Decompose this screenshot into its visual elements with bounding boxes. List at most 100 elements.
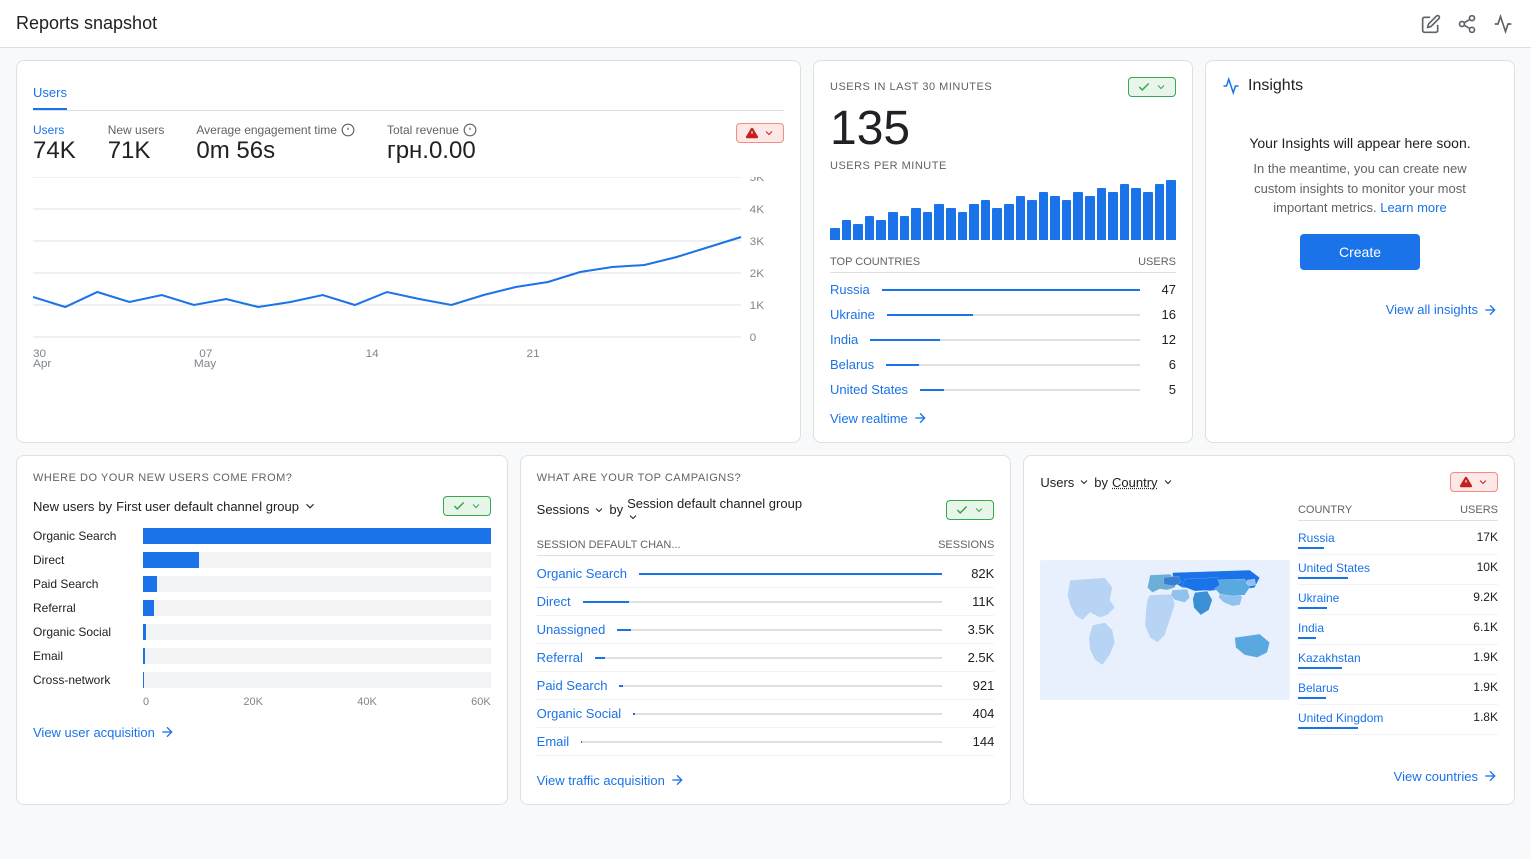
session-bar-container	[639, 573, 942, 575]
country-row: Russia 47	[830, 277, 1176, 302]
view-realtime-link[interactable]: View realtime	[830, 410, 1176, 426]
campaigns-card: WHAT ARE YOUR TOP CAMPAIGNS? Sessions by…	[520, 455, 1012, 805]
session-value: 11K	[954, 594, 994, 609]
arrow-right-icon-insights	[1482, 302, 1498, 318]
geo-country-name[interactable]: India	[1298, 621, 1324, 635]
selector-label: New users	[33, 499, 94, 514]
geo-country-underline	[1298, 727, 1358, 729]
main-content: Users Users 74K New users 71K Average en…	[0, 48, 1531, 817]
metric-engagement-value: 0m 56s	[196, 137, 355, 165]
session-channel[interactable]: Paid Search	[537, 678, 608, 693]
country-bar	[882, 289, 1140, 291]
geo-country-underline	[1298, 697, 1326, 699]
country-name[interactable]: Russia	[830, 282, 870, 297]
chevron-down-icon-acq2	[470, 500, 482, 512]
geo-country-name[interactable]: Ukraine	[1298, 591, 1339, 605]
mini-bar-item	[1120, 184, 1130, 240]
country-row: Ukraine 16	[830, 302, 1176, 327]
geo-country-name[interactable]: United Kingdom	[1298, 711, 1383, 725]
hbar-track	[143, 552, 491, 568]
view-traffic-link[interactable]: View traffic acquisition	[537, 772, 995, 788]
geo-country-value: 1.9K	[1473, 680, 1498, 699]
view-countries-link[interactable]: View countries	[1040, 768, 1498, 784]
hbar-row: Organic Search	[33, 528, 491, 544]
chevron-down-icon-camp3	[973, 504, 985, 516]
view-acquisition-link[interactable]: View user acquisition	[33, 724, 491, 740]
session-bar	[617, 629, 631, 631]
info-icon-engagement	[341, 123, 355, 137]
country-bar-container	[887, 314, 1140, 316]
realtime-label: USERS IN LAST 30 MINUTES	[830, 81, 992, 93]
session-value: 2.5K	[954, 650, 994, 665]
hbar-row: Direct	[33, 552, 491, 568]
session-channel[interactable]: Direct	[537, 594, 571, 609]
country-name[interactable]: India	[830, 332, 858, 347]
create-button[interactable]: Create	[1300, 234, 1420, 270]
geo-country-name[interactable]: United States	[1298, 561, 1370, 575]
geo-country-value: 1.9K	[1473, 650, 1498, 669]
svg-text:May: May	[194, 358, 217, 370]
learn-more-link[interactable]: Learn more	[1380, 200, 1446, 215]
sessions-selector[interactable]: Sessions by Session default channel grou…	[537, 496, 802, 523]
session-channel[interactable]: Unassigned	[537, 622, 606, 637]
session-bar	[639, 573, 942, 575]
campaigns-header: Sessions by Session default channel grou…	[537, 496, 995, 523]
hbar-axis: 0 20K 40K 60K	[33, 696, 491, 708]
edit-icon[interactable]	[1419, 12, 1443, 36]
world-map	[1040, 500, 1290, 760]
geo-country-value: 6.1K	[1473, 620, 1498, 639]
session-row: Organic Social 404	[537, 700, 995, 728]
mini-bar-item	[888, 212, 898, 240]
view-all-insights-link[interactable]: View all insights	[1222, 302, 1498, 318]
svg-text:4K: 4K	[750, 204, 765, 216]
hbar-fill	[143, 672, 144, 688]
metric-engagement-label: Average engagement time	[196, 123, 337, 137]
session-channel[interactable]: Organic Social	[537, 706, 622, 721]
geo-alert-badge[interactable]	[1450, 472, 1498, 492]
geo-country-name[interactable]: Kazakhstan	[1298, 651, 1361, 665]
check-icon-acq	[452, 499, 466, 513]
hbar-selector[interactable]: New users by First user default channel …	[33, 499, 317, 514]
svg-text:Apr: Apr	[33, 358, 52, 370]
country-name[interactable]: United States	[830, 382, 908, 397]
geo-country-value: 9.2K	[1473, 590, 1498, 609]
metric-revenue: Total revenue грн.0.00	[387, 123, 477, 165]
acq-check-badge[interactable]	[443, 496, 491, 516]
session-bar	[619, 685, 623, 687]
mini-bar-item	[1097, 188, 1107, 240]
hbar-fill	[143, 600, 154, 616]
page-header: Reports snapshot	[0, 0, 1531, 48]
map-selector[interactable]: Users by Country	[1040, 475, 1173, 490]
geo-country-underline	[1298, 547, 1324, 549]
mini-bar-item	[1050, 196, 1060, 240]
mini-bar-item	[1039, 192, 1049, 240]
geo-country-name[interactable]: Russia	[1298, 531, 1335, 545]
campaigns-check-badge[interactable]	[946, 500, 994, 520]
session-channel[interactable]: Email	[537, 734, 570, 749]
geo-country-value: 1.8K	[1473, 710, 1498, 729]
hbar-track	[143, 600, 491, 616]
hbar-row: Paid Search	[33, 576, 491, 592]
session-channel[interactable]: Referral	[537, 650, 583, 665]
campaigns-question: WHAT ARE YOUR TOP CAMPAIGNS?	[537, 472, 995, 484]
hbar-label: Direct	[33, 553, 143, 567]
arrow-right-icon-geo	[1482, 768, 1498, 784]
mini-bar-item	[1027, 200, 1037, 240]
geo-country-value: 10K	[1477, 560, 1498, 579]
bottom-row: WHERE DO YOUR NEW USERS COME FROM? New u…	[16, 455, 1515, 805]
hbar-fill	[143, 528, 491, 544]
session-channel[interactable]: Organic Search	[537, 566, 627, 581]
session-bar	[595, 657, 605, 659]
realtime-check-badge[interactable]	[1128, 77, 1176, 97]
geo-country-name[interactable]: Belarus	[1298, 681, 1339, 695]
geo-users-col-header: USERS	[1460, 504, 1498, 516]
country-name[interactable]: Ukraine	[830, 307, 875, 322]
share-icon[interactable]	[1455, 12, 1479, 36]
alert-badge[interactable]	[736, 123, 784, 143]
country-name[interactable]: Belarus	[830, 357, 874, 372]
mini-bar-item	[981, 200, 991, 240]
more-icon[interactable]	[1491, 12, 1515, 36]
tab-users[interactable]: Users	[33, 77, 67, 110]
realtime-countries: Russia 47 Ukraine 16 India 12 Belarus 6 …	[830, 277, 1176, 402]
realtime-header: USERS IN LAST 30 MINUTES	[830, 77, 1176, 97]
